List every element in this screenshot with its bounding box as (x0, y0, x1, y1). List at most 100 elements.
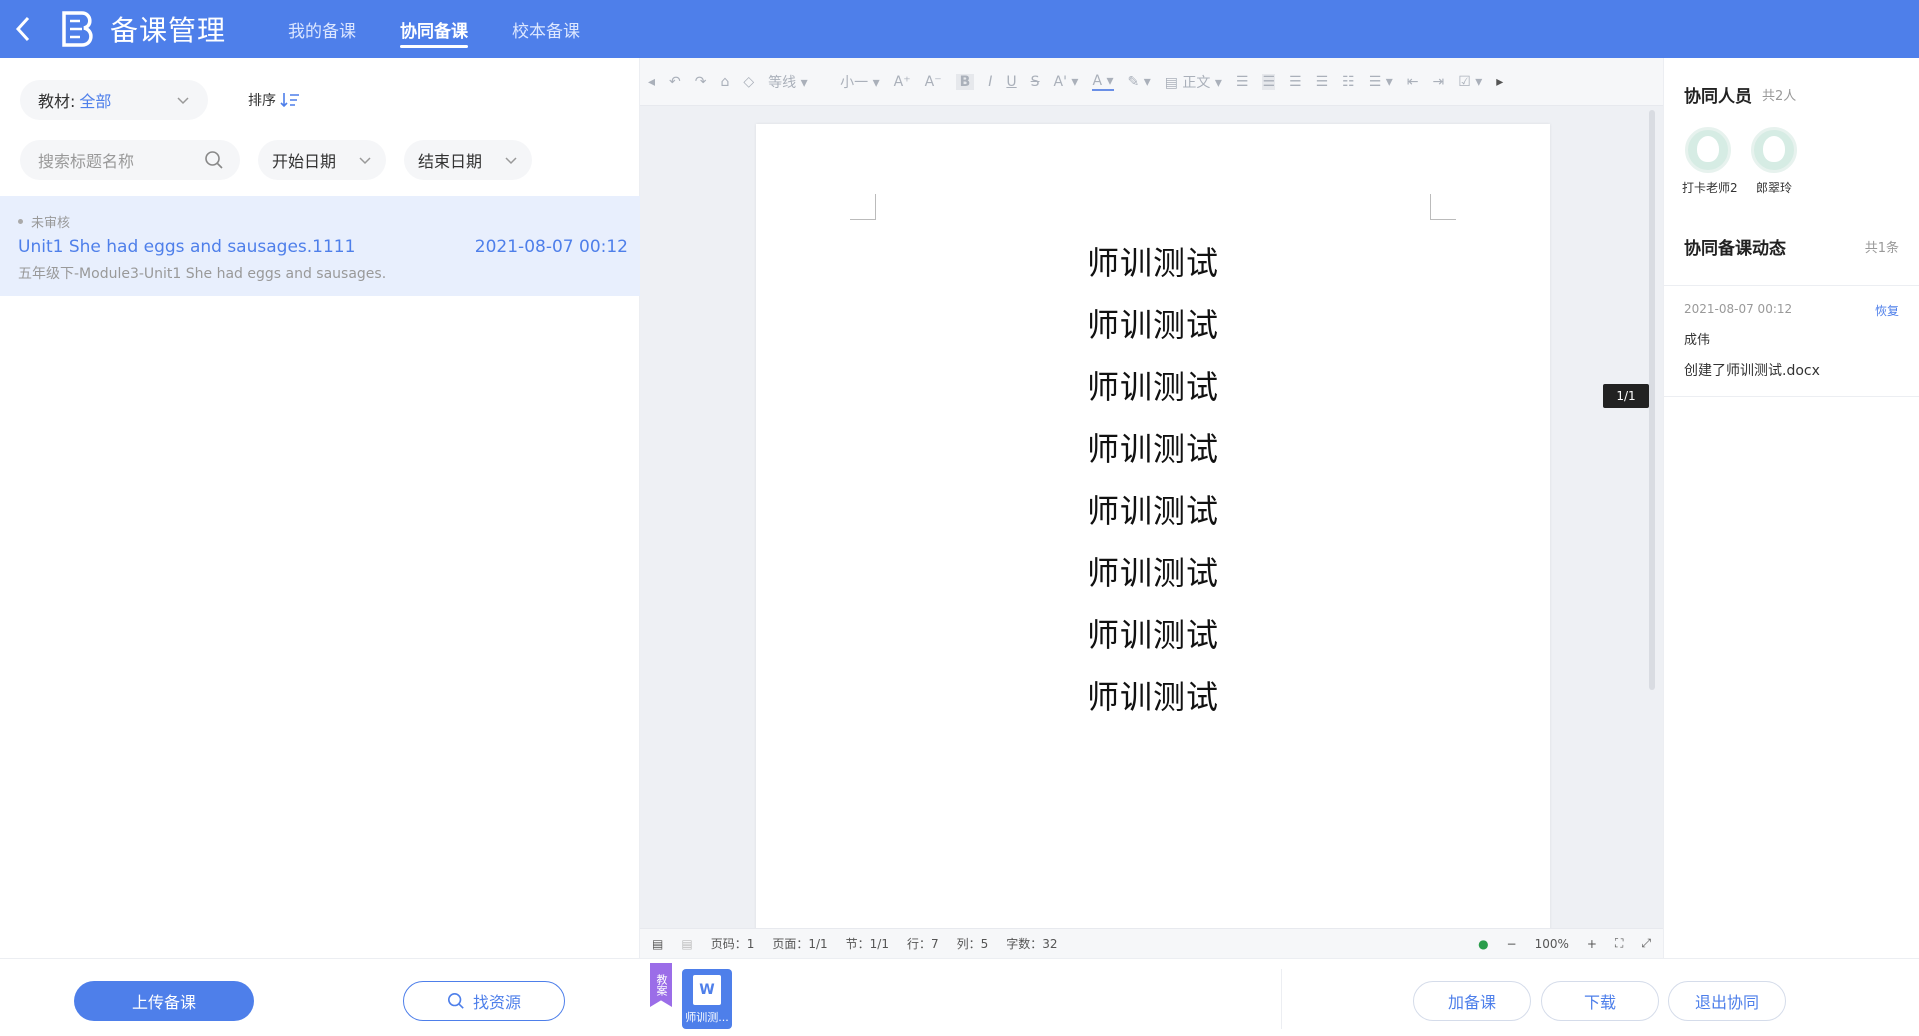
chevron-left-icon (15, 16, 30, 42)
list-item[interactable]: 未审核 Unit1 She had eggs and sausages.1111… (0, 196, 640, 296)
align-right-icon[interactable]: ☰ (1289, 74, 1302, 90)
font-name-select[interactable]: 等线 ▾ (768, 72, 826, 92)
align-left-icon[interactable]: ☰ (1236, 74, 1249, 90)
distributed-icon[interactable]: ☷ (1342, 74, 1355, 90)
textbook-label: 教材: (38, 92, 76, 111)
paragraph-style-select[interactable]: ▤ 正文 ▾ (1165, 72, 1222, 92)
eraser-icon[interactable]: ◇ (743, 74, 754, 90)
underline-icon[interactable]: U (1006, 74, 1016, 90)
members-count: 共2人 (1762, 89, 1797, 104)
download-button[interactable]: 下载 (1541, 981, 1659, 1021)
start-date-select[interactable]: 开始日期 (258, 140, 386, 180)
format-painter-icon[interactable]: ⌂ (721, 74, 730, 90)
italic-icon[interactable]: I (988, 74, 992, 90)
avatar (1751, 127, 1797, 173)
exit-collab-button[interactable]: 退出协同 (1668, 981, 1786, 1021)
editor-scrollbar[interactable] (1649, 110, 1655, 690)
list-item-subtitle: 五年级下-Module3-Unit1 She had eggs and saus… (18, 266, 387, 282)
grow-font-icon[interactable]: A⁺ (894, 74, 911, 90)
font-color-icon[interactable]: A ▾ (1092, 73, 1114, 91)
member-item[interactable]: 郎翠玲 (1748, 127, 1800, 196)
search-icon (447, 992, 464, 1009)
align-center-icon[interactable]: ☰ (1262, 73, 1276, 90)
tab-collab-lessons[interactable]: 协同备课 (378, 0, 490, 58)
doc-line: 师训测试 (1086, 492, 1219, 530)
member-item[interactable]: 打卡老师2 (1682, 127, 1738, 196)
justify-icon[interactable]: ☰ (1316, 74, 1329, 90)
find-resources-button[interactable]: 找资源 (403, 981, 565, 1021)
activity-item: 2021-08-07 00:12 恢复 成伟 创建了师训测试.docx (1664, 285, 1919, 397)
avatar (1685, 127, 1731, 173)
status-pages: 页面：1/1 (772, 937, 828, 951)
page-view-icon[interactable]: ▤ (652, 937, 663, 951)
chevron-down-icon (505, 157, 517, 165)
web-view-icon[interactable]: ▤ (681, 937, 692, 951)
search-input[interactable]: 搜索标题名称 (20, 140, 240, 180)
sort-button[interactable]: 排序 (248, 90, 300, 110)
end-date-select[interactable]: 结束日期 (404, 140, 532, 180)
start-date-label: 开始日期 (272, 152, 337, 171)
status-words: 字数：32 (1006, 937, 1058, 951)
editor-statusbar: ▤ ▤ 页码：1 页面：1/1 节：1/1 行：7 列：5 字数：32 ● − … (640, 928, 1663, 958)
page-indicator: 1/1 (1603, 384, 1649, 408)
zoom-level: 100% (1534, 936, 1569, 951)
tab-my-lessons[interactable]: 我的备课 (266, 0, 378, 58)
header-tabs: 我的备课 协同备课 校本备课 (266, 0, 602, 58)
collapse-right-icon[interactable]: ▸ (1496, 74, 1503, 90)
top-header: 备课管理 我的备课 协同备课 校本备课 (0, 0, 1919, 58)
sort-icon (280, 93, 299, 108)
members-title: 协同人员 (1684, 87, 1752, 107)
fullscreen-icon[interactable]: ⤢ (1641, 936, 1651, 951)
highlight-icon[interactable]: ✎ ▾ (1128, 74, 1151, 90)
member-list: 打卡老师2 郎翠玲 (1664, 107, 1919, 196)
activity-user: 成伟 (1684, 333, 1711, 348)
status-badge: 未审核 (18, 212, 628, 231)
doc-line: 师训测试 (1086, 678, 1219, 716)
margin-corner-right (1430, 194, 1456, 220)
zoom-out-icon[interactable]: − (1507, 937, 1517, 951)
textbook-select[interactable]: 教材: 全部 (20, 80, 208, 120)
member-name: 打卡老师2 (1682, 181, 1738, 195)
status-col: 列：5 (956, 937, 989, 951)
list-item-date: 2021-08-07 00:12 (474, 237, 628, 257)
indent-decrease-icon[interactable]: ⇤ (1407, 74, 1419, 90)
doc-line: 师训测试 (1086, 430, 1219, 468)
strikethrough-icon[interactable]: S (1031, 74, 1040, 90)
cloud-sync-icon: ● (1478, 936, 1489, 951)
zoom-in-icon[interactable]: + (1587, 937, 1597, 951)
collapse-left-icon[interactable]: ◂ (648, 74, 655, 90)
superscript-icon[interactable]: A' ▾ (1054, 74, 1079, 90)
doc-line: 师训测试 (1086, 306, 1219, 344)
file-type-tag: 教案 (650, 963, 672, 1007)
checklist-icon[interactable]: ☑ ▾ (1458, 74, 1482, 90)
redo-icon[interactable]: ↷ (695, 74, 707, 90)
document-editor: ◂ ↶ ↷ ⌂ ◇ 等线 ▾ 小一 ▾ A⁺ A⁻ B I U S A' ▾ A… (640, 58, 1663, 994)
line-spacing-icon[interactable]: ☰ ▾ (1369, 74, 1393, 90)
word-doc-icon: W (693, 975, 721, 1005)
doc-line: 师训测试 (1086, 616, 1219, 654)
restore-link[interactable]: 恢复 (1875, 302, 1899, 319)
find-resources-label: 找资源 (472, 993, 521, 1012)
attached-file[interactable]: W 师训测... (682, 969, 732, 1029)
doc-line: 师训测试 (1086, 244, 1219, 282)
document-body: 师训测试 师训测试 师训测试 师训测试 师训测试 师训测试 师训测试 师训测试 (756, 232, 1550, 728)
search-icon[interactable] (204, 150, 224, 170)
margin-corner-left (850, 194, 876, 220)
indent-increase-icon[interactable]: ⇥ (1432, 74, 1444, 90)
tab-school-lessons[interactable]: 校本备课 (490, 0, 602, 58)
back-button[interactable] (0, 0, 46, 58)
shrink-font-icon[interactable]: A⁻ (925, 74, 942, 90)
font-size-select[interactable]: 小一 ▾ (840, 72, 879, 92)
bold-icon[interactable]: B (955, 73, 975, 90)
add-lesson-button[interactable]: 加备课 (1413, 981, 1531, 1021)
chevron-down-icon (359, 157, 371, 165)
fit-page-icon[interactable]: ⛶ (1615, 936, 1623, 951)
chevron-down-icon (177, 97, 189, 105)
list-item-title: Unit1 She had eggs and sausages.1111 (18, 237, 356, 257)
upload-lesson-button[interactable]: 上传备课 (74, 981, 254, 1021)
activity-time: 2021-08-07 00:12 (1684, 302, 1793, 316)
bottom-action-bar: 上传备课 找资源 教案 W 师训测... 加备课 下载 退出协同 (0, 958, 1919, 1036)
document-page[interactable]: 师训测试 师训测试 师训测试 师训测试 师训测试 师训测试 师训测试 师训测试 (756, 124, 1550, 994)
undo-icon[interactable]: ↶ (669, 74, 681, 90)
sort-label: 排序 (248, 93, 276, 109)
